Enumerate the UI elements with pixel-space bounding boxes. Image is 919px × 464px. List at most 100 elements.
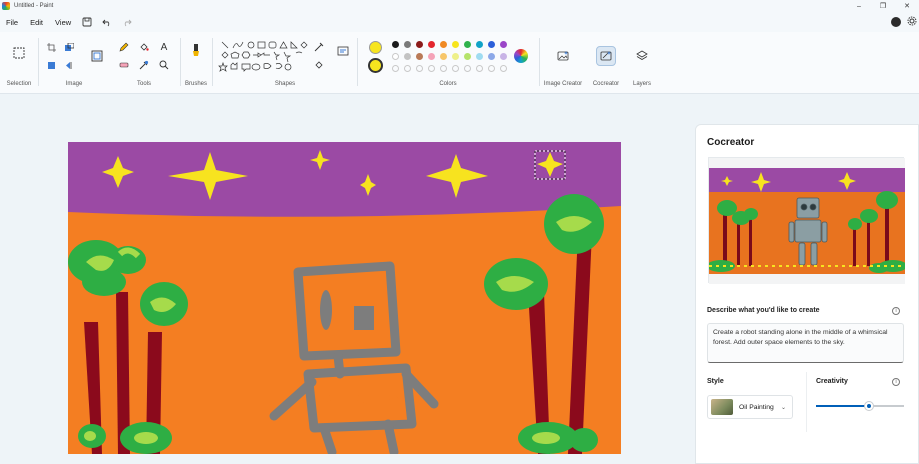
creativity-label: Creativity bbox=[816, 378, 848, 385]
menu-view[interactable]: View bbox=[49, 18, 77, 27]
save-icon[interactable] bbox=[77, 14, 97, 30]
palette-color-swatch[interactable] bbox=[416, 53, 423, 60]
magnifier-icon[interactable] bbox=[157, 58, 171, 72]
color-picker-icon[interactable] bbox=[137, 58, 151, 72]
group-cocreator[interactable]: Cocreator bbox=[586, 32, 626, 94]
canvas-drawing bbox=[68, 142, 621, 454]
palette-color-swatch[interactable] bbox=[404, 41, 411, 48]
right-trees bbox=[484, 194, 604, 454]
prompt-input[interactable]: Create a robot standing alone in the mid… bbox=[707, 323, 904, 363]
redo-icon[interactable] bbox=[117, 14, 137, 30]
primary-color-swatch[interactable] bbox=[369, 41, 382, 54]
fill-bucket-icon[interactable] bbox=[137, 40, 151, 54]
group-label-tools: Tools bbox=[136, 81, 151, 87]
close-button[interactable]: ✕ bbox=[895, 0, 919, 12]
flip-icon[interactable] bbox=[62, 58, 76, 72]
minimize-button[interactable]: – bbox=[847, 0, 871, 12]
robot-sketch bbox=[269, 261, 439, 454]
maximize-button[interactable]: ❐ bbox=[871, 0, 895, 12]
palette-color-swatch[interactable] bbox=[452, 53, 459, 60]
rotate-icon[interactable] bbox=[44, 58, 58, 72]
group-layers[interactable]: Layers bbox=[626, 32, 658, 94]
palette-color-swatch[interactable] bbox=[392, 53, 399, 60]
menu-file[interactable]: File bbox=[0, 18, 24, 27]
menu-edit[interactable]: Edit bbox=[24, 18, 49, 27]
empty-swatch[interactable] bbox=[500, 65, 507, 72]
group-brushes: Brushes bbox=[181, 32, 211, 94]
group-label-image-creator: Image Creator bbox=[543, 81, 583, 87]
empty-swatch[interactable] bbox=[440, 65, 447, 72]
palette-color-swatch[interactable] bbox=[500, 53, 507, 60]
generated-preview[interactable] bbox=[707, 157, 907, 284]
menu-bar: File Edit View bbox=[0, 12, 919, 32]
ribbon-toolbar: Selection Image A Tools Brushes Shapes C… bbox=[0, 32, 919, 94]
panel-divider bbox=[806, 372, 807, 432]
eraser-icon[interactable] bbox=[117, 58, 131, 72]
group-label-layers: Layers bbox=[632, 81, 651, 87]
edit-colors-icon[interactable] bbox=[514, 49, 528, 63]
ribbon-divider bbox=[38, 38, 39, 86]
group-selection: Selection bbox=[0, 32, 38, 94]
palette-color-swatch[interactable] bbox=[452, 41, 459, 48]
palette-color-swatch[interactable] bbox=[392, 41, 399, 48]
style-dropdown[interactable]: Oil Painting ⌄ bbox=[707, 395, 793, 419]
text-icon[interactable]: A bbox=[157, 40, 171, 54]
shape-fill-icon[interactable] bbox=[312, 58, 326, 72]
brush-icon[interactable] bbox=[189, 44, 203, 58]
palette-color-swatch[interactable] bbox=[428, 41, 435, 48]
slider-fill bbox=[816, 405, 869, 407]
palette-color-swatch[interactable] bbox=[428, 53, 435, 60]
palette-row-2 bbox=[392, 53, 512, 62]
prompt-info-icon[interactable]: i bbox=[892, 307, 900, 315]
prompt-label: Describe what you'd like to create bbox=[707, 307, 820, 314]
crop-icon[interactable] bbox=[44, 40, 58, 54]
secondary-color-swatch[interactable] bbox=[368, 58, 383, 73]
outline-icon[interactable] bbox=[312, 40, 326, 54]
chevron-down-icon: ⌄ bbox=[780, 404, 786, 411]
layers-icon[interactable] bbox=[635, 49, 649, 63]
creativity-info-icon[interactable]: i bbox=[892, 378, 900, 386]
panel-title: Cocreator bbox=[707, 137, 755, 148]
creativity-slider[interactable] bbox=[816, 402, 904, 410]
empty-swatch[interactable] bbox=[488, 65, 495, 72]
group-image: Image bbox=[40, 32, 108, 94]
empty-swatch[interactable] bbox=[416, 65, 423, 72]
empty-swatch[interactable] bbox=[404, 65, 411, 72]
palette-color-swatch[interactable] bbox=[476, 41, 483, 48]
empty-swatch[interactable] bbox=[476, 65, 483, 72]
image-select-icon[interactable] bbox=[90, 49, 104, 63]
palette-color-swatch[interactable] bbox=[404, 53, 411, 60]
palette-color-swatch[interactable] bbox=[440, 41, 447, 48]
shape-style-icon[interactable] bbox=[336, 44, 350, 58]
group-colors: Colors bbox=[358, 32, 538, 94]
empty-swatch[interactable] bbox=[452, 65, 459, 72]
palette-row-1 bbox=[392, 41, 512, 50]
image-creator-icon[interactable] bbox=[556, 49, 570, 63]
group-label-colors: Colors bbox=[439, 81, 457, 87]
palette-color-swatch[interactable] bbox=[440, 53, 447, 60]
drawing-canvas[interactable] bbox=[68, 142, 621, 454]
palette-color-swatch[interactable] bbox=[476, 53, 483, 60]
empty-swatch[interactable] bbox=[392, 65, 399, 72]
pencil-icon[interactable] bbox=[117, 40, 131, 54]
palette-color-swatch[interactable] bbox=[488, 41, 495, 48]
resize-icon[interactable] bbox=[62, 40, 76, 54]
settings-gear-icon[interactable] bbox=[907, 16, 917, 28]
palette-color-swatch[interactable] bbox=[416, 41, 423, 48]
undo-icon[interactable] bbox=[97, 14, 117, 30]
empty-swatch[interactable] bbox=[428, 65, 435, 72]
cocreator-button[interactable] bbox=[596, 46, 616, 66]
slider-thumb[interactable] bbox=[864, 402, 873, 410]
account-icon[interactable] bbox=[891, 17, 901, 27]
palette-color-swatch[interactable] bbox=[488, 53, 495, 60]
palette-color-swatch[interactable] bbox=[464, 41, 471, 48]
paint-app-icon bbox=[2, 2, 10, 10]
group-image-creator[interactable]: Image Creator bbox=[540, 32, 586, 94]
title-bar: Untitled - Paint – ❐ ✕ bbox=[0, 0, 919, 12]
selection-tool-icon[interactable] bbox=[12, 46, 26, 60]
empty-swatch[interactable] bbox=[464, 65, 471, 72]
left-trees bbox=[68, 240, 188, 454]
palette-color-swatch[interactable] bbox=[464, 53, 471, 60]
shapes-gallery[interactable] bbox=[218, 40, 310, 76]
palette-color-swatch[interactable] bbox=[500, 41, 507, 48]
